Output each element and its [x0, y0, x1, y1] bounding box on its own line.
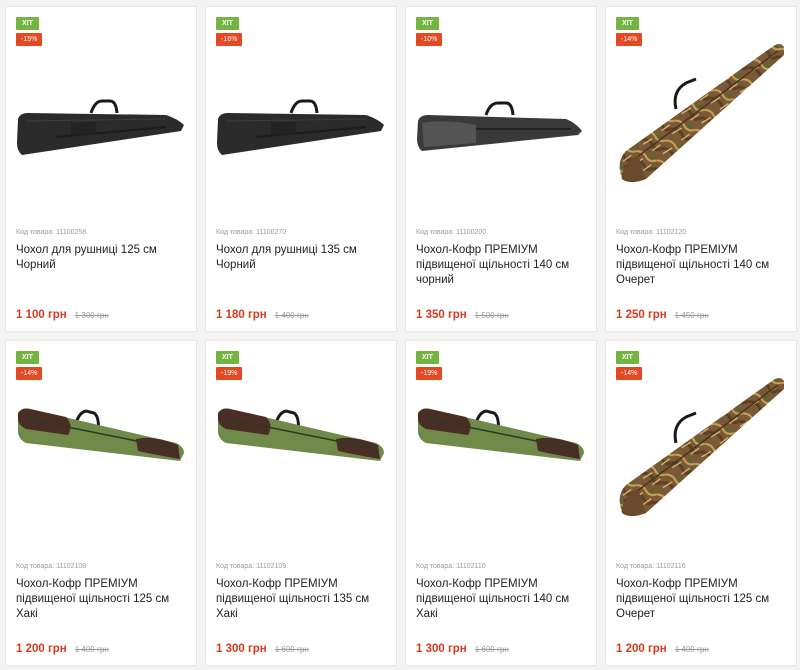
hit-badge: ХІТ [216, 351, 239, 364]
current-price: 1 180 грн [216, 309, 267, 321]
price-block: 1 300 грн 1 600 грн [416, 643, 509, 655]
product-image[interactable] [416, 373, 586, 523]
hit-badge: ХІТ [616, 351, 639, 364]
price-block: 1 100 грн 1 300 грн [16, 309, 109, 321]
product-code: Код товара: 11100258 [16, 229, 87, 236]
current-price: 1 100 грн [16, 309, 67, 321]
price-block: 1 250 грн 1 450 грн [616, 309, 709, 321]
product-image[interactable] [616, 373, 786, 523]
discount-badge: -10% [416, 33, 443, 46]
discount-badge: -14% [616, 33, 643, 46]
product-card[interactable]: ХІТ -15% Код товара: 11100258 Чохол для руш… [5, 6, 197, 332]
old-price: 1 450 грн [674, 311, 709, 320]
old-price: 1 400 грн [74, 645, 109, 654]
product-code: Код товара: 11100200 [416, 229, 487, 236]
badges: ХІТ -14% [616, 17, 643, 46]
old-price: 1 400 грн [274, 311, 309, 320]
hit-badge: ХІТ [216, 17, 239, 30]
badges: ХІТ -10% [416, 17, 443, 46]
discount-badge: -15% [16, 33, 43, 46]
old-price: 1 300 грн [74, 311, 109, 320]
product-title-link[interactable]: Чохол-Кофр ПРЕМІУМ підвищеної щільності … [616, 577, 788, 622]
badges: ХІТ -15% [16, 17, 43, 46]
product-code: Код товара: 11102108 [16, 563, 87, 570]
product-card[interactable]: ХІТ -16% Код товара: 11100270 Чохол для руш… [205, 6, 397, 332]
product-image[interactable] [16, 373, 186, 523]
badges: ХІТ -19% [216, 351, 243, 380]
hit-badge: ХІТ [16, 351, 39, 364]
badges: ХІТ -16% [216, 17, 243, 46]
hit-badge: ХІТ [416, 351, 439, 364]
hit-badge: ХІТ [16, 17, 39, 30]
price-block: 1 300 грн 1 600 грн [216, 643, 309, 655]
badges: ХІТ -14% [616, 351, 643, 380]
product-image[interactable] [416, 39, 586, 189]
discount-badge: -14% [16, 367, 43, 380]
product-card[interactable]: ХІТ -14% Код товара: 11102116 Чохол-Кофр ПР… [605, 340, 797, 666]
product-title-link[interactable]: Чохол для рушниці 125 см Чорний [16, 243, 188, 273]
discount-badge: -19% [216, 367, 243, 380]
product-title-link[interactable]: Чохол-Кофр ПРЕМІУМ підвищеної щільності … [416, 243, 588, 288]
current-price: 1 350 грн [416, 309, 467, 321]
current-price: 1 300 грн [216, 643, 267, 655]
old-price: 1 600 грн [274, 645, 309, 654]
product-code: Код товара: 11102109 [216, 563, 287, 570]
discount-badge: -14% [616, 367, 643, 380]
product-image[interactable] [16, 39, 186, 189]
discount-badge: -19% [416, 367, 443, 380]
product-code: Код товара: 11100270 [216, 229, 287, 236]
product-title-link[interactable]: Чохол-Кофр ПРЕМІУМ підвищеної щільності … [216, 577, 388, 622]
product-image[interactable] [216, 39, 386, 189]
product-card[interactable]: ХІТ -14% Код товара: 11102120 Чохол-Кофр ПР… [605, 6, 797, 332]
badges: ХІТ -14% [16, 351, 43, 380]
product-image[interactable] [616, 39, 786, 189]
current-price: 1 250 грн [616, 309, 667, 321]
product-grid: ХІТ -15% Код товара: 11100258 Чохол для руш… [5, 6, 797, 666]
product-card[interactable]: ХІТ -19% Код товара: 11102110 Чохол-Кофр ПР… [405, 340, 597, 666]
product-image[interactable] [216, 373, 386, 523]
current-price: 1 200 грн [16, 643, 67, 655]
old-price: 1 500 грн [474, 311, 509, 320]
hit-badge: ХІТ [616, 17, 639, 30]
old-price: 1 600 грн [474, 645, 509, 654]
product-code: Код товара: 11102110 [416, 563, 486, 570]
price-block: 1 180 грн 1 400 грн [216, 309, 309, 321]
product-code: Код товара: 11102116 [616, 563, 686, 570]
product-title-link[interactable]: Чохол для рушниці 135 см Чорний [216, 243, 388, 273]
old-price: 1 400 грн [674, 645, 709, 654]
badges: ХІТ -19% [416, 351, 443, 380]
product-title-link[interactable]: Чохол-Кофр ПРЕМІУМ підвищеної щільності … [416, 577, 588, 622]
product-card[interactable]: ХІТ -19% Код товара: 11102109 Чохол-Кофр ПР… [205, 340, 397, 666]
current-price: 1 300 грн [416, 643, 467, 655]
product-title-link[interactable]: Чохол-Кофр ПРЕМІУМ підвищеної щільності … [616, 243, 788, 288]
price-block: 1 200 грн 1 400 грн [16, 643, 109, 655]
product-code: Код товара: 11102120 [616, 229, 687, 236]
product-title-link[interactable]: Чохол-Кофр ПРЕМІУМ підвищеної щільності … [16, 577, 188, 622]
current-price: 1 200 грн [616, 643, 667, 655]
hit-badge: ХІТ [416, 17, 439, 30]
discount-badge: -16% [216, 33, 243, 46]
price-block: 1 200 грн 1 400 грн [616, 643, 709, 655]
price-block: 1 350 грн 1 500 грн [416, 309, 509, 321]
product-card[interactable]: ХІТ -14% Код товара: 11102108 Чохол-Кофр ПР… [5, 340, 197, 666]
product-card[interactable]: ХІТ -10% Код товара: 11100200 Чохол-Кофр ПР… [405, 6, 597, 332]
